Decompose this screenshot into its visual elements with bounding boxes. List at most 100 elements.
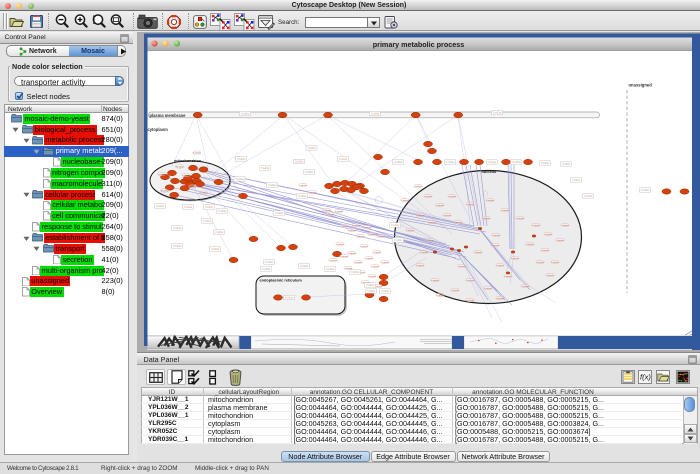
svg-text:Yxx00w: Yxx00w [454, 222, 462, 224]
svg-text:plasma membrane: plasma membrane [150, 113, 187, 118]
svg-text:Yxx00w: Yxx00w [340, 256, 348, 258]
svg-text:Yxx00w: Yxx00w [446, 161, 455, 164]
svg-text:Yxx00w: Yxx00w [295, 161, 304, 164]
svg-text:Yxx00w: Yxx00w [371, 113, 380, 116]
svg-text:Yxx00w: Yxx00w [305, 171, 314, 174]
svg-text:Yxx00w: Yxx00w [448, 196, 456, 198]
svg-text:Yxx00w: Yxx00w [368, 276, 376, 278]
svg-text:Yxx00w: Yxx00w [512, 161, 521, 164]
svg-text:Yxx00w: Yxx00w [488, 161, 497, 164]
svg-text:Yxx00w: Yxx00w [504, 276, 512, 278]
svg-text:Yxx00w: Yxx00w [205, 206, 214, 209]
svg-text:Yxx00w: Yxx00w [336, 244, 344, 246]
svg-text:Yxx00w: Yxx00w [544, 234, 552, 236]
svg-text:Yxx00w: Yxx00w [406, 230, 414, 232]
svg-text:Yxx00w: Yxx00w [536, 262, 544, 264]
svg-text:Yxx00w: Yxx00w [561, 225, 569, 227]
svg-text:Yxx00w: Yxx00w [176, 167, 184, 169]
svg-text:Yxx00w: Yxx00w [501, 210, 509, 212]
svg-text:endoplasmic reticulum: endoplasmic reticulum [260, 277, 303, 282]
svg-text:Yxx00w: Yxx00w [218, 210, 227, 213]
svg-text:Yxx00w: Yxx00w [182, 175, 190, 177]
svg-text:nucleus: nucleus [482, 169, 497, 174]
svg-text:Yxx00w: Yxx00w [482, 218, 490, 220]
svg-text:Yxx00w: Yxx00w [391, 224, 400, 227]
svg-text:Yxx00w: Yxx00w [436, 295, 444, 297]
svg-text:Yxx00w: Yxx00w [436, 205, 444, 207]
svg-text:Yxx00w: Yxx00w [377, 236, 385, 238]
svg-text:Yxx00w: Yxx00w [275, 212, 284, 215]
svg-text:Yxx00w: Yxx00w [339, 158, 348, 161]
svg-text:Yxx00w: Yxx00w [496, 265, 504, 267]
svg-text:Yxx00w: Yxx00w [235, 178, 244, 181]
svg-text:Yxx00w: Yxx00w [486, 200, 494, 202]
svg-text:Yxx00w: Yxx00w [416, 215, 424, 217]
svg-text:Yxx00w: Yxx00w [428, 222, 436, 224]
svg-text:Yxx00w: Yxx00w [443, 215, 451, 217]
svg-text:Yxx00w: Yxx00w [173, 227, 182, 230]
svg-text:Yxx00w: Yxx00w [474, 252, 482, 254]
svg-text:Yxx00w: Yxx00w [373, 252, 381, 254]
svg-text:Yxx00w: Yxx00w [360, 246, 368, 248]
svg-text:Yxx00w: Yxx00w [532, 225, 540, 227]
svg-text:Yxx00w: Yxx00w [484, 288, 492, 290]
svg-text:Yxx00w: Yxx00w [424, 196, 432, 198]
svg-text:Yxx00w: Yxx00w [326, 214, 334, 216]
svg-text:Yxx00w: Yxx00w [371, 266, 379, 268]
svg-text:Yxx00w: Yxx00w [189, 187, 197, 189]
svg-text:Yxx00w: Yxx00w [466, 300, 474, 302]
svg-text:Yxx00w: Yxx00w [381, 262, 389, 264]
svg-text:Yxx00w: Yxx00w [268, 184, 277, 187]
svg-text:Yxx00w: Yxx00w [211, 248, 220, 251]
svg-text:Yxx00w: Yxx00w [329, 260, 337, 262]
svg-text:Yxx00w: Yxx00w [300, 265, 309, 268]
svg-text:Yxx00w: Yxx00w [262, 268, 271, 271]
svg-text:Yxx00w: Yxx00w [556, 240, 564, 242]
svg-text:Yxx00w: Yxx00w [493, 112, 502, 115]
svg-text:Yxx00w: Yxx00w [348, 253, 356, 255]
svg-text:Yxx00w: Yxx00w [203, 220, 212, 223]
svg-text:Yxx00w: Yxx00w [458, 266, 466, 268]
svg-text:Yxx00w: Yxx00w [340, 226, 348, 228]
svg-text:Yxx00w: Yxx00w [298, 195, 307, 198]
svg-text:Yxx00w: Yxx00w [200, 193, 208, 195]
svg-text:Yxx00w: Yxx00w [466, 280, 474, 282]
svg-text:Yxx00w: Yxx00w [335, 211, 343, 213]
svg-text:Yxx00w: Yxx00w [365, 258, 373, 260]
svg-text:Yxx00w: Yxx00w [526, 244, 534, 246]
svg-text:Yxx00w: Yxx00w [237, 158, 246, 161]
svg-text:Yxx00w: Yxx00w [426, 240, 434, 242]
svg-text:Yxx00w: Yxx00w [584, 195, 593, 198]
svg-text:Yxx00w: Yxx00w [354, 262, 362, 264]
svg-text:Yxx00w: Yxx00w [363, 227, 371, 229]
svg-text:Yxx00w: Yxx00w [491, 245, 499, 247]
svg-text:Yxx00w: Yxx00w [401, 200, 409, 202]
svg-text:Yxx00w: Yxx00w [326, 268, 335, 271]
svg-text:Yxx00w: Yxx00w [241, 113, 250, 116]
svg-text:Yxx00w: Yxx00w [348, 230, 356, 232]
svg-text:Yxx00w: Yxx00w [356, 236, 364, 238]
svg-text:Yxx00w: Yxx00w [521, 286, 529, 288]
svg-text:Yxx00w: Yxx00w [323, 210, 331, 212]
svg-text:Yxx00w: Yxx00w [158, 174, 166, 176]
svg-text:Yxx00w: Yxx00w [541, 162, 550, 165]
svg-text:Yxx00w: Yxx00w [307, 147, 316, 150]
svg-text:Yxx00w: Yxx00w [641, 189, 650, 192]
svg-text:unassigned: unassigned [629, 83, 653, 88]
svg-text:Yxx00w: Yxx00w [215, 231, 224, 234]
svg-text:Yxx00w: Yxx00w [551, 262, 559, 264]
svg-text:Yxx00w: Yxx00w [351, 271, 360, 274]
svg-text:Yxx00w: Yxx00w [156, 205, 165, 208]
svg-text:Yxx00w: Yxx00w [193, 153, 201, 155]
svg-text:Yxx00w: Yxx00w [352, 225, 360, 227]
svg-text:Yxx00w: Yxx00w [394, 239, 403, 242]
svg-text:Yxx00w: Yxx00w [366, 284, 375, 287]
svg-text:Yxx00w: Yxx00w [496, 298, 504, 300]
svg-text:Yxx00w: Yxx00w [367, 290, 376, 293]
svg-text:Yxx00w: Yxx00w [511, 258, 519, 260]
svg-text:Yxx00w: Yxx00w [562, 163, 571, 166]
svg-text:Yxx00w: Yxx00w [492, 235, 500, 237]
svg-text:Yxx00w: Yxx00w [184, 206, 193, 209]
svg-text:Yxx00w: Yxx00w [173, 245, 182, 248]
svg-text:Yxx00w: Yxx00w [308, 192, 316, 194]
